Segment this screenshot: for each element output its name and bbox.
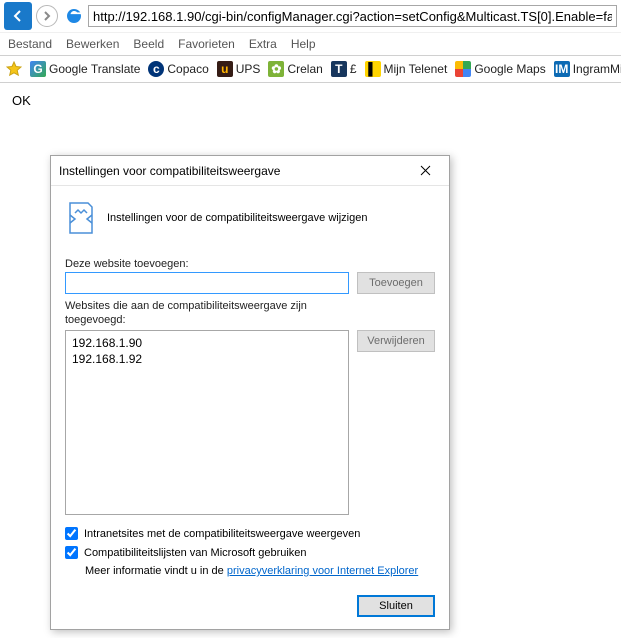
bookmark-label: Google Translate	[49, 62, 140, 76]
bookmark-label: Mijn Telenet	[384, 62, 448, 76]
arrow-left-icon	[10, 8, 26, 24]
dialog-titlebar: Instellingen voor compatibiliteitsweerga…	[51, 156, 449, 186]
telenet-icon: ▌	[365, 61, 381, 77]
bookmark-google-maps[interactable]: Google Maps	[455, 61, 545, 77]
menu-help[interactable]: Help	[291, 37, 316, 51]
dialog-title-text: Instellingen voor compatibiliteitsweerga…	[59, 164, 280, 178]
bookmark-google-translate[interactable]: G Google Translate	[30, 61, 140, 77]
ms-lists-checkbox-label: Compatibiliteitslijsten van Microsoft ge…	[84, 547, 307, 559]
remove-button[interactable]: Verwijderen	[357, 330, 435, 352]
bookmark-t-pound[interactable]: T £	[331, 61, 357, 77]
bookmark-mijn-telenet[interactable]: ▌ Mijn Telenet	[365, 61, 448, 77]
address-bar[interactable]	[88, 5, 617, 27]
bookmark-ups[interactable]: u UPS	[217, 61, 261, 77]
intranet-checkbox-label: Intranetsites met de compatibiliteitswee…	[84, 528, 360, 540]
favorites-star-icon[interactable]	[6, 61, 22, 77]
bookmark-label: UPS	[236, 62, 261, 76]
bookmark-copaco[interactable]: c Copaco	[148, 61, 208, 77]
broken-page-icon	[65, 200, 97, 236]
sites-listbox[interactable]: 192.168.1.90 192.168.1.92	[65, 330, 349, 516]
star-icon	[6, 61, 22, 77]
gmaps-icon	[455, 61, 471, 77]
add-site-input[interactable]	[65, 272, 349, 294]
sites-list-label: Websites die aan de compatibiliteitsweer…	[65, 300, 325, 328]
intranet-checkbox-row[interactable]: Intranetsites met de compatibiliteitswee…	[65, 527, 435, 540]
t-icon: T	[331, 61, 347, 77]
list-item[interactable]: 192.168.1.92	[72, 351, 342, 367]
intranet-checkbox[interactable]	[65, 527, 78, 540]
page-body-text: OK	[12, 93, 31, 108]
bookmark-label: Google Maps	[474, 62, 545, 76]
gtranslate-icon: G	[30, 61, 46, 77]
compat-view-dialog: Instellingen voor compatibiliteitsweerga…	[50, 155, 450, 630]
forward-button[interactable]	[36, 5, 58, 27]
ingram-icon: IM	[554, 61, 570, 77]
bookmark-label: Copaco	[167, 62, 208, 76]
privacy-link[interactable]: privacyverklaring voor Internet Explorer	[227, 565, 418, 577]
menu-favorieten[interactable]: Favorieten	[178, 37, 235, 51]
add-site-label: Deze website toevoegen:	[65, 258, 435, 270]
close-button[interactable]: Sluiten	[357, 595, 435, 617]
page-content: OK	[0, 83, 621, 118]
add-button[interactable]: Toevoegen	[357, 272, 435, 294]
more-info-text: Meer informatie vindt u in de privacyver…	[85, 565, 435, 577]
crelan-icon: ✿	[268, 61, 284, 77]
back-button[interactable]	[4, 2, 32, 30]
menu-extra[interactable]: Extra	[249, 37, 277, 51]
ms-lists-checkbox[interactable]	[65, 546, 78, 559]
dialog-close-x[interactable]	[407, 159, 443, 183]
more-info-prefix: Meer informatie vindt u in de	[85, 565, 227, 577]
menu-bar: Bestand Bewerken Beeld Favorieten Extra …	[0, 33, 621, 55]
bookmark-crelan[interactable]: ✿ Crelan	[268, 61, 322, 77]
bookmark-label: £	[350, 62, 357, 76]
bookmark-ingram[interactable]: IM IngramMi	[554, 61, 621, 77]
bookmark-label: IngramMi	[573, 62, 621, 76]
dialog-body: Instellingen voor de compatibiliteitswee…	[51, 186, 449, 629]
close-icon	[420, 165, 431, 176]
dialog-header-text: Instellingen voor de compatibiliteitswee…	[107, 212, 367, 224]
ms-lists-checkbox-row[interactable]: Compatibiliteitslijsten van Microsoft ge…	[65, 546, 435, 559]
menu-bewerken[interactable]: Bewerken	[66, 37, 119, 51]
dialog-footer: Sluiten	[65, 595, 435, 617]
ie-logo-icon	[66, 8, 82, 24]
bookmarks-bar: G Google Translate c Copaco u UPS ✿ Crel…	[0, 55, 621, 83]
list-item[interactable]: 192.168.1.90	[72, 335, 342, 351]
ups-icon: u	[217, 61, 233, 77]
menu-bestand[interactable]: Bestand	[8, 37, 52, 51]
menu-beeld[interactable]: Beeld	[133, 37, 164, 51]
browser-nav-bar	[0, 0, 621, 33]
bookmark-label: Crelan	[287, 62, 322, 76]
copaco-icon: c	[148, 61, 164, 77]
dialog-header: Instellingen voor de compatibiliteitswee…	[65, 200, 435, 236]
arrow-right-icon	[41, 10, 53, 22]
